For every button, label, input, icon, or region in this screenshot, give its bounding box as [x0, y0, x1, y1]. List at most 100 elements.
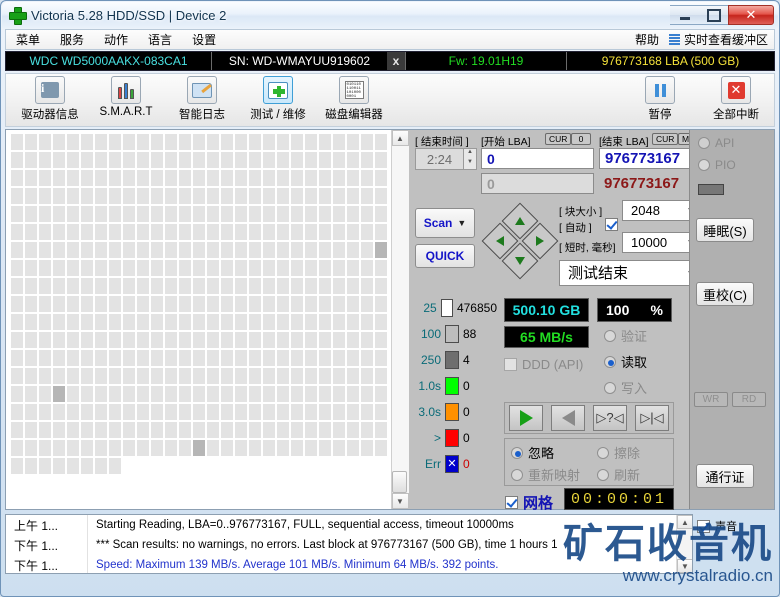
action-remap-radio[interactable]: 重新映射	[511, 465, 580, 484]
pass-button-label: 通行证	[705, 469, 745, 485]
start-lba-secondary[interactable]: 0	[481, 173, 594, 194]
log-list[interactable]: 上午 1... Starting Reading, LBA=0..9767731…	[6, 515, 676, 573]
scroll-up-icon[interactable]: ▲	[391, 130, 409, 146]
jump-end-button[interactable]: ▷|◁	[635, 405, 669, 431]
surface-map-cell	[179, 296, 191, 312]
minimize-button[interactable]	[670, 5, 699, 25]
toolbar-disk-editor[interactable]: 010110 110011 101000 0001 磁盘编辑器	[316, 74, 392, 126]
surface-map-cell	[277, 152, 289, 168]
surface-map[interactable]	[6, 130, 391, 509]
surface-map-cell	[249, 242, 261, 258]
surface-map-cell	[11, 170, 23, 186]
scroll-thumb[interactable]	[391, 471, 407, 493]
surface-map-cell	[39, 296, 51, 312]
surface-map-cell	[137, 404, 149, 420]
realtime-cache-view-button[interactable]: 实时查看缓冲区	[668, 31, 774, 48]
scroll-down-icon[interactable]: ▼	[391, 493, 409, 509]
action-erase-radio[interactable]: 擦除	[597, 443, 640, 462]
mode-write-radio[interactable]: 写入	[604, 378, 647, 397]
legend-swatch	[440, 299, 453, 317]
start-lba-zero-button[interactable]: 0	[571, 133, 591, 145]
surface-map-cell	[39, 386, 51, 402]
auto-checkbox[interactable]	[605, 218, 618, 231]
surface-map-cell	[333, 296, 345, 312]
api-radio[interactable]: API	[698, 136, 734, 150]
spinner-down-icon[interactable]: ▼	[464, 159, 476, 169]
sound-checkbox[interactable]: 声音	[697, 518, 775, 534]
action-ignore-radio[interactable]: 忽略	[511, 443, 554, 462]
surface-map-cell	[165, 440, 177, 456]
end-lba-cur-button[interactable]: CUR	[652, 133, 679, 145]
surface-map-cell	[249, 386, 261, 402]
log-scrollbar[interactable]: ▲ ▼	[676, 515, 692, 573]
log-scroll-up-icon[interactable]: ▲	[677, 515, 692, 529]
sleep-button[interactable]: 睡眠(S)	[696, 218, 754, 242]
toolbar-label: 驱动器信息	[21, 109, 79, 121]
surface-map-cell	[25, 206, 37, 222]
menu-item-settings[interactable]: 设置	[182, 31, 226, 48]
scan-button[interactable]: Scan ▼	[415, 208, 475, 238]
quick-button[interactable]: QUICK	[415, 244, 475, 268]
surface-map-cell	[347, 350, 359, 366]
recalibrate-button[interactable]: 重校(C)	[696, 282, 754, 306]
start-lba-input[interactable]: 0	[481, 148, 594, 169]
menu-item-language[interactable]: 语言	[138, 31, 182, 48]
surface-map-cell	[25, 440, 37, 456]
surface-map-cell	[221, 170, 233, 186]
surface-map-cell	[221, 260, 233, 276]
surface-map-cell	[25, 404, 37, 420]
menu-item-service[interactable]: 服务	[50, 31, 94, 48]
drive-x-button[interactable]: x	[387, 52, 405, 70]
surface-map-cell	[319, 260, 331, 276]
surface-map-cell	[109, 152, 121, 168]
menu-item-action[interactable]: 动作	[94, 31, 138, 48]
surface-map-cell	[277, 314, 289, 330]
scroll-track[interactable]	[391, 146, 409, 493]
toolbar-smart[interactable]: S.M.A.R.T	[88, 74, 164, 126]
surface-map-cell	[53, 152, 65, 168]
end-time-label: [ 结束时间 ]	[415, 136, 469, 148]
surface-map-cell	[347, 296, 359, 312]
log-scroll-down-icon[interactable]: ▼	[677, 559, 692, 573]
mode-verify-radio[interactable]: 验证	[604, 326, 647, 345]
menu-item-help[interactable]: 帮助	[625, 31, 669, 48]
spinner-arrows[interactable]: ▲ ▼	[464, 148, 477, 170]
toolbar-test-repair[interactable]: 测试 / 维修	[240, 74, 316, 126]
action-refresh-radio[interactable]: 刷新	[597, 465, 640, 484]
stop-icon: ✕	[721, 76, 751, 104]
maximize-button[interactable]	[699, 5, 728, 25]
surface-map-cell	[81, 368, 93, 384]
surface-map-cell	[235, 206, 247, 222]
surface-map-cell	[25, 260, 37, 276]
end-time-spinner[interactable]: 2:24 ▲ ▼	[415, 148, 477, 170]
toolbar-stop-all[interactable]: ✕ 全部中断	[698, 74, 774, 126]
pass-button[interactable]: 通行证	[696, 464, 754, 488]
play-reverse-button[interactable]	[551, 405, 585, 431]
surface-map-cell	[39, 242, 51, 258]
close-button[interactable]: ✕	[728, 5, 774, 25]
surface-map-cell	[221, 224, 233, 240]
ddd-api-checkbox[interactable]: DDD (API)	[504, 357, 583, 372]
start-lba-cur-button[interactable]: CUR	[545, 133, 572, 145]
surface-map-cell	[67, 152, 79, 168]
surface-map-cell	[25, 350, 37, 366]
surface-map-cell	[305, 332, 317, 348]
toolbar-drive-info[interactable]: 驱动器信息	[12, 74, 88, 126]
grid-checkbox[interactable]: 网格	[505, 492, 553, 513]
surface-map-cell	[81, 440, 93, 456]
surface-map-cell	[333, 350, 345, 366]
spinner-up-icon[interactable]: ▲	[464, 149, 476, 159]
pio-radio[interactable]: PIO	[698, 158, 736, 172]
surface-map-cell	[361, 260, 373, 276]
play-forward-button[interactable]	[509, 405, 543, 431]
menu-item-menu[interactable]: 菜单	[6, 31, 50, 48]
toolbar-smart-log[interactable]: 智能日志	[164, 74, 240, 126]
mode-read-radio[interactable]: 读取	[604, 352, 647, 371]
toolbar-pause[interactable]: 暂停	[622, 74, 698, 126]
end-action-select[interactable]: 测试结束	[559, 260, 702, 286]
surface-map-cell	[165, 386, 177, 402]
scan-question-button[interactable]: ▷?◁	[593, 405, 627, 431]
toolbar-label: 智能日志	[179, 109, 225, 121]
map-scrollbar[interactable]: ▲ ▼	[391, 130, 409, 509]
percent-led: 100 %	[597, 298, 672, 322]
